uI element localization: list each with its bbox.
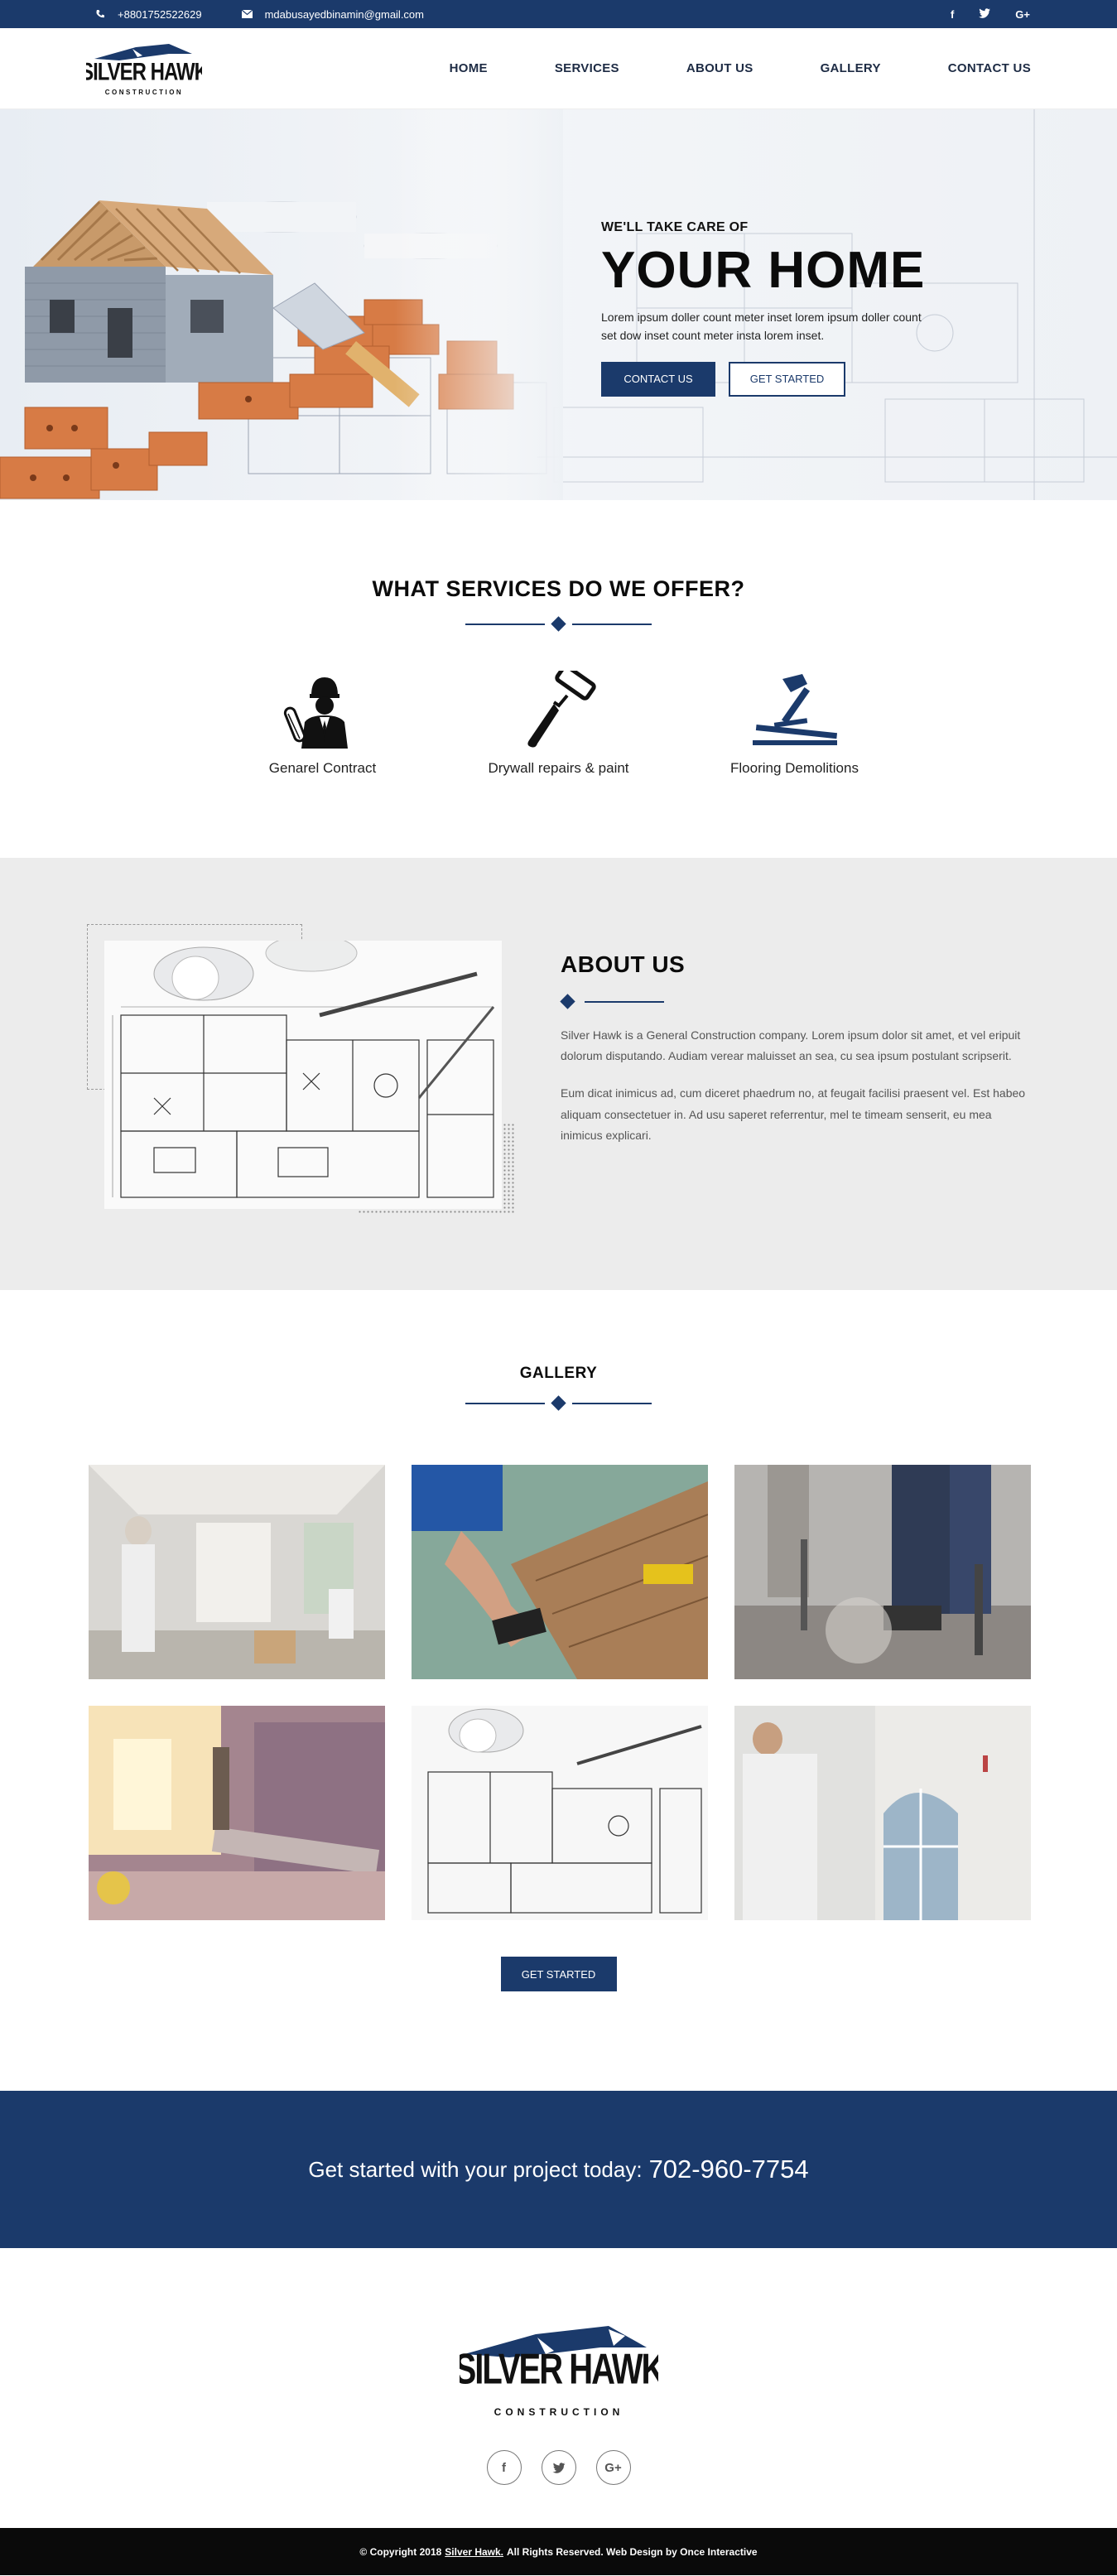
service-label: Drywall repairs & paint [488, 760, 629, 776]
footer-logo-wordmark: SILVER HAWK [460, 2344, 658, 2392]
nav-gallery[interactable]: GALLERY [821, 61, 881, 75]
cta-banner: Get started with your project today: 702… [0, 2091, 1117, 2248]
nav-menu: HOME SERVICES ABOUT US GALLERY CONTACT U… [450, 61, 1031, 75]
about-content: ABOUT US Silver Hawk is a General Constr… [560, 951, 1028, 1146]
hero-description: Lorem ipsum doller count meter inset lor… [601, 311, 922, 343]
nav-home[interactable]: HOME [450, 61, 488, 75]
copyright-suffix: All Rights Reserved. Web Design by Once … [507, 2545, 758, 2558]
diamond-icon [551, 616, 566, 632]
nav-about-us[interactable]: ABOUT US [686, 61, 753, 75]
phone-icon [94, 8, 106, 20]
gallery-photo-painter-arch-window[interactable] [734, 1706, 1031, 1920]
hammer-icon [752, 674, 837, 745]
gallery-get-started-button[interactable]: GET STARTED [500, 1957, 617, 1991]
about-blueprint-image [104, 941, 502, 1209]
gallery-grid [0, 1465, 1117, 1920]
copyright-bar: © Copyright 2018 Silver Hawk. All Rights… [0, 2528, 1117, 2575]
main-nav: SILVER HAWK CONSTRUCTION HOME SERVICES A… [0, 28, 1117, 109]
gallery-photo-jackhammer[interactable] [734, 1465, 1031, 1679]
footer-logo-tagline: CONSTRUCTION [494, 2406, 623, 2418]
gallery-section: GALLERY GET STARTED [0, 1290, 1117, 2091]
services-section: WHAT SERVICES DO WE OFFER? Genarel Contr… [0, 500, 1117, 858]
hero-kicker: WE'LL TAKE CARE OF [601, 220, 749, 234]
diamond-icon [560, 994, 575, 1009]
about-paragraph-2: Eum dicat inimicus ad, cum diceret phaed… [561, 1086, 1026, 1142]
topbar-email[interactable]: mdabusayedbinamin@gmail.com [242, 8, 424, 21]
service-drywall-paint[interactable]: Drywall repairs & paint [441, 671, 676, 777]
logo-wordmark: SILVER HAWK [86, 57, 202, 85]
service-general-contract[interactable]: Genarel Contract [205, 671, 441, 777]
service-flooring-demolitions[interactable]: Flooring Demolitions [676, 671, 912, 777]
topbar-phone[interactable]: +8801752522629 [94, 8, 202, 21]
house-bricks-illustration [0, 109, 563, 500]
footer-logo[interactable]: SILVER HAWK CONSTRUCTION [454, 2318, 667, 2425]
google-plus-icon[interactable]: G+ [595, 2450, 631, 2485]
services-divider [0, 616, 1117, 632]
footer-social: f G+ [486, 2450, 631, 2485]
about-paragraph-1: Silver Hawk is a General Construction co… [561, 1028, 1021, 1063]
footer: SILVER HAWK CONSTRUCTION f G+ [0, 2248, 1117, 2528]
hero-text: WE'LL TAKE CARE OF YOUR HOME Lorem ipsum… [601, 220, 949, 397]
gallery-photo-blueprint[interactable] [411, 1706, 708, 1920]
worker-icon [283, 677, 348, 749]
services-list: Genarel Contract Drywall repairs & paint… [0, 671, 1117, 777]
gallery-photo-painters-room[interactable] [88, 1465, 385, 1679]
cta-text: Get started with your project today: [308, 2156, 643, 2182]
gallery-photo-floor-install[interactable] [411, 1465, 708, 1679]
service-label: Flooring Demolitions [730, 760, 859, 776]
services-title: WHAT SERVICES DO WE OFFER? [372, 576, 745, 601]
brand-logo[interactable]: SILVER HAWK CONSTRUCTION [80, 36, 209, 102]
hero-banner: WE'LL TAKE CARE OF YOUR HOME Lorem ipsum… [0, 109, 1117, 500]
diamond-icon [551, 1395, 566, 1411]
twitter-icon[interactable] [541, 2450, 576, 2485]
gallery-title: GALLERY [519, 1365, 598, 1382]
hero-buttons: CONTACT US GET STARTED [601, 361, 949, 397]
facebook-icon[interactable]: f [951, 8, 954, 21]
topbar-social: f G+ [951, 8, 1030, 21]
about-section: ABOUT US Silver Hawk is a General Constr… [0, 858, 1117, 1290]
cta-phone[interactable]: 702-960-7754 [649, 2155, 809, 2184]
gallery-divider [0, 1395, 1117, 1411]
hero-contact-button[interactable]: CONTACT US [601, 361, 715, 397]
google-plus-icon[interactable]: G+ [1015, 8, 1030, 21]
top-bar: +8801752522629 mdabusayedbinamin@gmail.c… [0, 0, 1117, 28]
service-label: Genarel Contract [268, 760, 377, 776]
facebook-icon[interactable]: f [486, 2450, 522, 2485]
nav-contact-us[interactable]: CONTACT US [948, 61, 1031, 75]
copyright-prefix: © Copyright 2018 [359, 2545, 442, 2558]
email-text: mdabusayedbinamin@gmail.com [264, 7, 424, 21]
phone-text: +8801752522629 [118, 7, 202, 21]
nav-services[interactable]: SERVICES [555, 61, 619, 75]
about-divider [560, 994, 1028, 1009]
envelope-icon [242, 8, 253, 20]
paint-roller-icon [527, 671, 596, 748]
copyright-brand-link[interactable]: Silver Hawk. [445, 2546, 503, 2558]
hero-title: YOUR HOME [601, 242, 926, 299]
gallery-photo-drywall-install[interactable] [88, 1706, 385, 1920]
hero-get-started-button[interactable]: GET STARTED [729, 361, 845, 397]
about-title: ABOUT US [561, 951, 686, 977]
twitter-icon[interactable] [979, 7, 991, 21]
logo-tagline: CONSTRUCTION [105, 89, 183, 96]
